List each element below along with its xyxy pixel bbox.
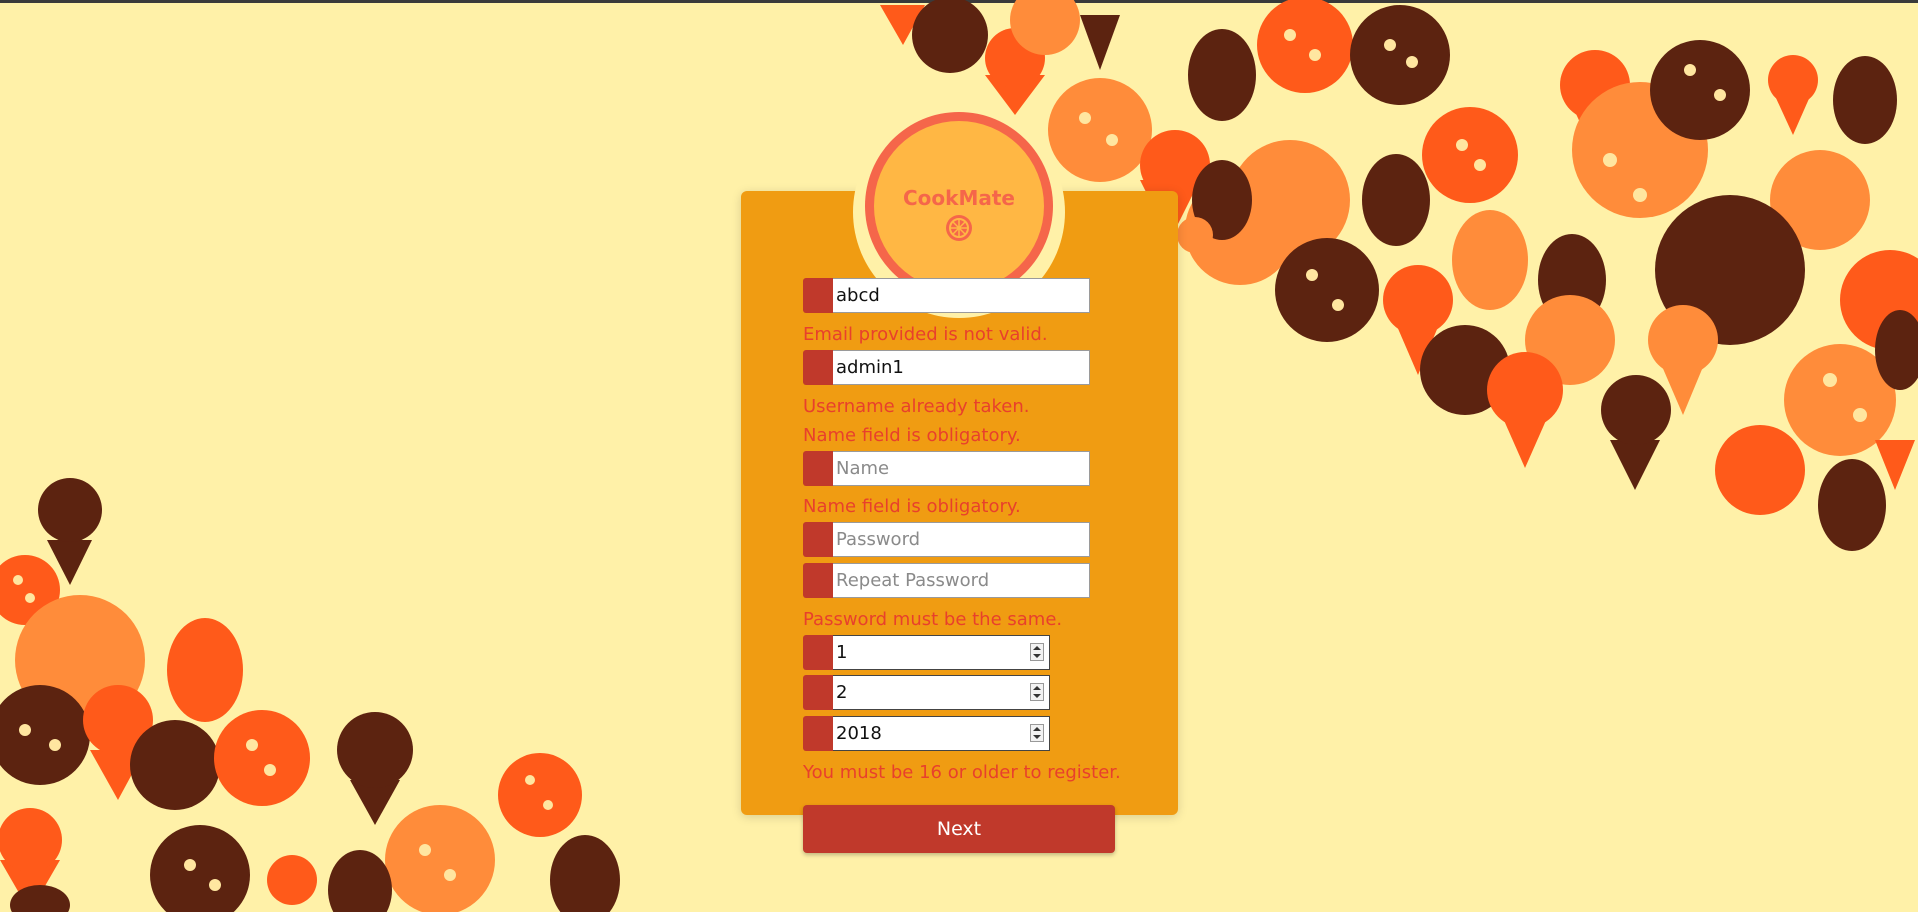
age-error: You must be 16 or older to register. <box>803 762 1121 783</box>
year-spinner-icon[interactable] <box>1030 724 1044 742</box>
ice-cream-icon <box>1601 375 1671 490</box>
repeat-password-field-marker <box>803 563 833 598</box>
name-field-marker <box>803 451 833 486</box>
email-field <box>803 278 1090 313</box>
name-error-bottom: Name field is obligatory. <box>803 496 1021 517</box>
cookie-icon <box>1422 107 1518 203</box>
egg-icon <box>167 618 243 722</box>
egg-icon <box>550 835 620 912</box>
cookie-icon <box>912 0 988 73</box>
egg-icon <box>328 850 392 912</box>
citrus-icon <box>946 215 972 241</box>
egg-icon <box>1362 154 1430 246</box>
apple-icon <box>130 720 220 810</box>
password-input[interactable] <box>833 522 1090 557</box>
email-error: Email provided is not valid. <box>803 324 1048 345</box>
name-input[interactable] <box>833 451 1090 486</box>
email-field-marker <box>803 278 833 313</box>
month-input[interactable] <box>833 675 1050 710</box>
email-input[interactable] <box>833 278 1090 313</box>
name-field <box>803 451 1090 486</box>
name-error-top: Name field is obligatory. <box>803 425 1021 446</box>
egg-icon <box>1818 459 1886 551</box>
next-button[interactable]: Next <box>803 805 1115 853</box>
username-input[interactable] <box>833 350 1090 385</box>
year-input[interactable] <box>833 716 1050 751</box>
username-field-marker <box>803 350 833 385</box>
ice-cream-icon <box>1080 15 1120 70</box>
repeat-password-input[interactable] <box>833 563 1090 598</box>
egg-icon <box>1188 29 1256 121</box>
month-spinner-icon[interactable] <box>1030 683 1044 701</box>
cookie-icon <box>1275 238 1379 342</box>
day-field-marker <box>803 635 833 670</box>
username-error: Username already taken. <box>803 396 1030 417</box>
egg-icon <box>1833 56 1897 144</box>
cookie-icon <box>385 805 495 912</box>
cookie-icon <box>150 825 250 912</box>
ice-cream-icon <box>267 855 317 905</box>
egg-icon <box>1452 210 1528 310</box>
day-spinner-icon[interactable] <box>1030 643 1044 661</box>
day-input[interactable] <box>833 635 1050 670</box>
logo-badge: CookMate <box>853 106 1065 318</box>
apple-icon <box>1177 217 1213 253</box>
ice-cream-icon <box>1768 55 1818 135</box>
year-field-marker <box>803 716 833 751</box>
cookie-icon <box>1650 40 1750 140</box>
cookie-icon <box>214 710 310 806</box>
year-field <box>803 716 1050 751</box>
password-field-marker <box>803 522 833 557</box>
ice-cream-icon <box>337 712 413 825</box>
password-error: Password must be the same. <box>803 609 1063 630</box>
ice-cream-icon <box>1487 352 1563 468</box>
cookie-icon <box>1257 0 1353 93</box>
month-field <box>803 675 1050 710</box>
day-field <box>803 635 1050 670</box>
cookie-icon <box>498 753 582 837</box>
password-field <box>803 522 1090 557</box>
logo-title: CookMate <box>903 186 1015 210</box>
apple-icon <box>1715 425 1805 515</box>
cookie-icon <box>1350 5 1450 105</box>
username-field <box>803 350 1090 385</box>
repeat-password-field <box>803 563 1090 598</box>
month-field-marker <box>803 675 833 710</box>
